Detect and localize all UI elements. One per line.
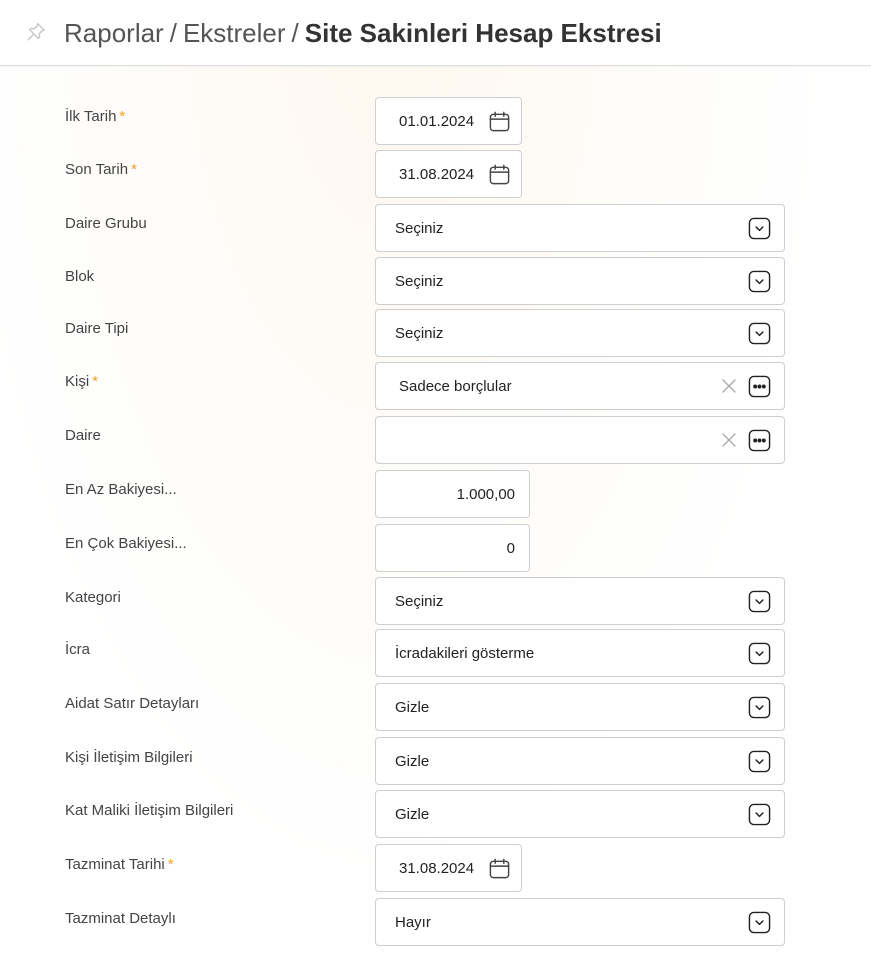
tazminat-detayli-label: Tazminat Detaylı xyxy=(65,910,176,927)
en-cok-bakiye-value[interactable]: 0 xyxy=(507,525,515,571)
en-cok-bakiye-input[interactable]: 0 xyxy=(375,524,530,572)
calendar-icon[interactable] xyxy=(488,163,511,186)
tazminat-tarihi-label-text: Tazminat Tarihi xyxy=(65,856,165,873)
daire-tipi-value[interactable]: Seçiniz xyxy=(395,310,443,356)
daire-tipi-label: Daire Tipi xyxy=(65,320,129,337)
blok-value[interactable]: Seçiniz xyxy=(395,258,443,304)
pin-icon[interactable] xyxy=(25,21,47,43)
close-icon[interactable] xyxy=(721,432,737,448)
chevron-down-icon[interactable] xyxy=(748,803,771,826)
required-marker: * xyxy=(131,161,137,178)
kisi-iletisim-bilgileri-select[interactable]: Gizle xyxy=(375,737,785,785)
en-az-bakiye-input[interactable]: 1.000,00 xyxy=(375,470,530,518)
son-tarih-field[interactable]: 31.08.2024 xyxy=(375,150,522,198)
ilk-tarih-field[interactable]: 01.01.2024 xyxy=(375,97,522,145)
en-az-bakiye-value[interactable]: 1.000,00 xyxy=(457,471,515,517)
breadcrumb-separator: / xyxy=(291,18,299,48)
kisi-label-text: Kişi xyxy=(65,373,90,390)
close-icon[interactable] xyxy=(721,378,737,394)
required-marker: * xyxy=(92,373,99,390)
aidat-satir-detaylari-value[interactable]: Gizle xyxy=(395,684,429,730)
kat-maliki-iletisim-bilgileri-select[interactable]: Gizle xyxy=(375,790,785,838)
daire-grubu-label: Daire Grubu xyxy=(65,215,147,232)
kisi-lookup[interactable]: Sadece borçlular xyxy=(375,362,785,410)
daire-label: Daire xyxy=(65,427,101,444)
icra-select[interactable]: İcradakileri gösterme xyxy=(375,629,785,677)
son-tarih-label-text: Son Tarih xyxy=(65,161,129,178)
tazminat-tarihi-value[interactable]: 31.08.2024 xyxy=(399,845,474,891)
calendar-icon[interactable] xyxy=(488,857,511,880)
kisi-iletisim-bilgileri-label: Kişi İletişim Bilgileri xyxy=(65,749,193,766)
icra-value[interactable]: İcradakileri gösterme xyxy=(395,630,534,676)
chevron-down-icon[interactable] xyxy=(748,322,771,345)
chevron-down-icon[interactable] xyxy=(748,911,771,934)
en-cok-bakiye-label: En Çok Bakiyesi... xyxy=(65,535,187,552)
blok-label: Blok xyxy=(65,268,95,285)
breadcrumb-separator: / xyxy=(169,18,177,48)
required-marker: * xyxy=(167,856,174,873)
chevron-down-icon[interactable] xyxy=(748,696,771,719)
kisi-iletisim-bilgileri-value[interactable]: Gizle xyxy=(395,738,429,784)
blok-select[interactable]: Seçiniz xyxy=(375,257,785,305)
tazminat-detayli-select[interactable]: Hayır xyxy=(375,898,785,946)
more-options-icon[interactable] xyxy=(748,429,771,452)
required-marker: * xyxy=(119,108,126,125)
chevron-down-icon[interactable] xyxy=(748,217,771,240)
chevron-down-icon[interactable] xyxy=(748,270,771,293)
page-title: Site Sakinleri Hesap Ekstresi xyxy=(304,18,662,48)
ilk-tarih-label-text: İlk Tarih xyxy=(65,108,117,125)
chevron-down-icon[interactable] xyxy=(748,642,771,665)
tazminat-tarihi-field[interactable]: 31.08.2024 xyxy=(375,844,522,892)
kategori-value[interactable]: Seçiniz xyxy=(395,578,443,624)
kisi-label: Kişi * xyxy=(65,373,98,390)
en-az-bakiye-label: En Az Bakiyesi... xyxy=(65,481,177,498)
breadcrumb-item-raporlar[interactable]: Raporlar xyxy=(64,18,164,48)
breadcrumb-item-ekstreler[interactable]: Ekstreler xyxy=(183,18,286,48)
ilk-tarih-value[interactable]: 01.01.2024 xyxy=(399,98,474,144)
kisi-value[interactable]: Sadece borçlular xyxy=(399,363,512,409)
icra-label: İcra xyxy=(65,641,91,658)
calendar-icon[interactable] xyxy=(488,110,511,133)
chevron-down-icon[interactable] xyxy=(748,590,771,613)
more-options-icon[interactable] xyxy=(748,375,771,398)
daire-lookup[interactable] xyxy=(375,416,785,464)
ilk-tarih-label: İlk Tarih * xyxy=(65,108,125,125)
kategori-select[interactable]: Seçiniz xyxy=(375,577,785,625)
kat-maliki-iletisim-bilgileri-label: Kat Maliki İletişim Bilgileri xyxy=(65,802,234,819)
daire-grubu-value[interactable]: Seçiniz xyxy=(395,205,443,251)
daire-grubu-select[interactable]: Seçiniz xyxy=(375,204,785,252)
daire-tipi-select[interactable]: Seçiniz xyxy=(375,309,785,357)
son-tarih-value[interactable]: 31.08.2024 xyxy=(399,151,474,197)
breadcrumb: Raporlar / Ekstreler / Site Sakinleri Hesap … xyxy=(64,16,662,50)
chevron-down-icon[interactable] xyxy=(748,750,771,773)
aidat-satir-detaylari-label: Aidat Satır Detayları xyxy=(65,695,200,712)
kat-maliki-iletisim-bilgileri-value[interactable]: Gizle xyxy=(395,791,429,837)
aidat-satir-detaylari-select[interactable]: Gizle xyxy=(375,683,785,731)
kategori-label: Kategori xyxy=(65,589,121,606)
tazminat-detayli-value[interactable]: Hayır xyxy=(395,899,431,945)
page-header: Raporlar / Ekstreler / Site Sakinleri Hesap … xyxy=(0,0,871,66)
tazminat-tarihi-label: Tazminat Tarihi * xyxy=(65,856,174,873)
son-tarih-label: Son Tarih * xyxy=(65,161,137,178)
